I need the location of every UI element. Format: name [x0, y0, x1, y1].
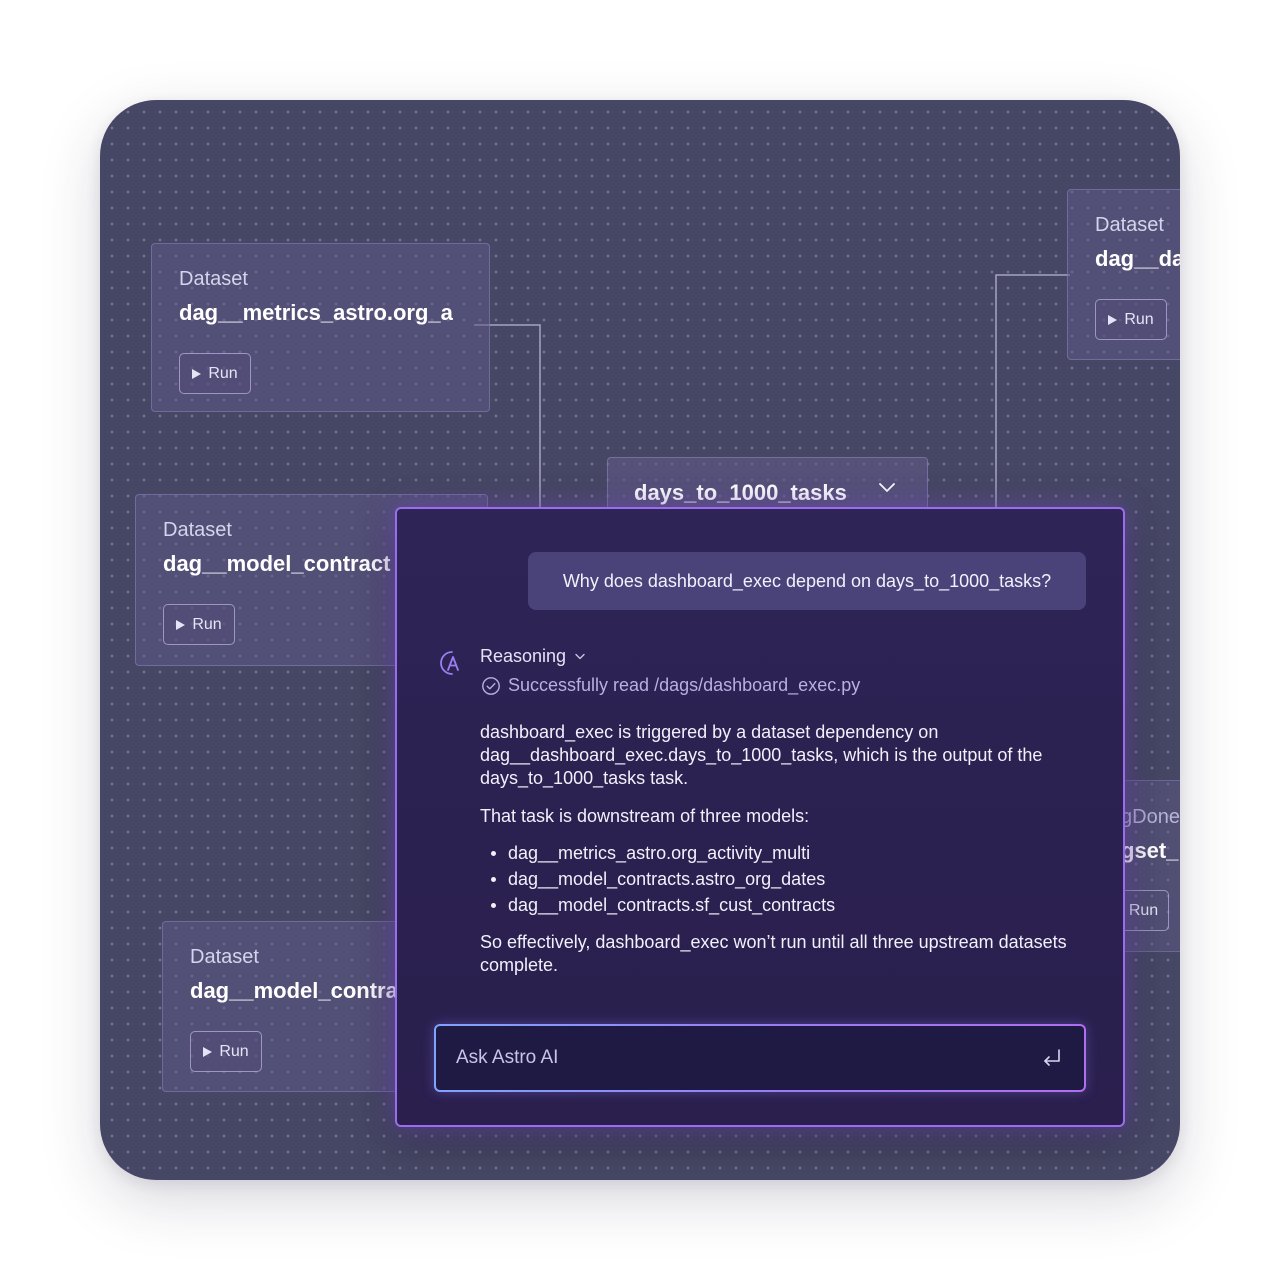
tool-status-text: Successfully read /dags/dashboard_exec.p… — [508, 675, 861, 695]
node-kind-label: Dataset — [163, 519, 232, 541]
run-button-label: Run — [219, 1042, 249, 1060]
play-icon — [203, 1046, 213, 1057]
run-button-label: Run — [208, 364, 238, 382]
run-button[interactable]: Run — [179, 353, 251, 394]
node-name: gset_ — [1121, 838, 1179, 863]
node-kind-label: gDone — [1121, 806, 1180, 828]
assistant-answer: dashboard_exec is triggered by a dataset… — [480, 721, 1080, 992]
node-kind-label: Dataset — [190, 946, 259, 968]
node-name: dag__model_contra — [190, 978, 398, 1003]
node-kind-label: Dataset — [179, 268, 248, 290]
chevron-down-icon — [575, 653, 585, 660]
user-question-bubble: Why does dashboard_exec depend on days_t… — [528, 552, 1086, 610]
play-icon — [176, 619, 186, 630]
node-name: dag__da — [1095, 246, 1180, 271]
astro-ai-chat-panel: Why does dashboard_exec depend on days_t… — [395, 507, 1125, 1127]
enter-icon[interactable] — [1042, 1048, 1062, 1070]
list-item: dag__metrics_astro.org_activity_multi — [480, 840, 1080, 866]
run-button[interactable]: Run — [190, 1031, 262, 1072]
answer-paragraph: That task is downstream of three models: — [480, 806, 810, 826]
upstream-models-list: dag__metrics_astro.org_activity_multi da… — [480, 840, 1080, 918]
chevron-down-icon[interactable] — [878, 480, 896, 494]
partial-node-right[interactable]: gDone gset_ Run — [1119, 780, 1180, 952]
dag-canvas: Dataset dag__metrics_astro.org_a Run Dat… — [100, 100, 1180, 1180]
reasoning-toggle[interactable]: Reasoning — [480, 646, 586, 667]
play-icon — [192, 368, 202, 379]
tool-status-row: Successfully read /dags/dashboard_exec.p… — [481, 675, 860, 696]
play-icon — [1108, 314, 1118, 325]
user-question-text: Why does dashboard_exec depend on days_t… — [562, 570, 1052, 591]
run-button[interactable]: Run — [1119, 890, 1169, 931]
node-name: dag__metrics_astro.org_a — [179, 300, 453, 325]
dataset-node-metrics[interactable]: Dataset dag__metrics_astro.org_a Run — [151, 243, 490, 412]
check-circle-icon — [482, 676, 500, 695]
answer-paragraph: dashboard_exec is triggered by a dataset… — [480, 722, 1043, 788]
run-button-label: Run — [192, 615, 222, 633]
answer-paragraph: So effectively, dashboard_exec won’t run… — [480, 932, 1067, 975]
run-button[interactable]: Run — [1095, 299, 1167, 340]
run-button-label: Run — [1124, 310, 1154, 328]
ask-astro-ai-input[interactable] — [456, 1026, 1016, 1090]
node-name: dag__model_contract — [163, 551, 391, 576]
node-kind-label: Dataset — [1095, 214, 1164, 236]
astro-ai-icon — [440, 651, 459, 675]
reasoning-label: Reasoning — [480, 646, 567, 666]
task-name: days_to_1000_tasks — [634, 480, 847, 505]
dataset-node-dashboard[interactable]: Dataset dag__da Run — [1067, 189, 1180, 360]
edge-task-to-dashboard — [995, 274, 1070, 507]
run-button-label: Run — [1128, 901, 1159, 919]
list-item: dag__model_contracts.sf_cust_contracts — [480, 892, 1080, 918]
list-item: dag__model_contracts.astro_org_dates — [480, 866, 1080, 892]
run-button[interactable]: Run — [163, 604, 235, 645]
ask-astro-ai-box — [434, 1024, 1086, 1092]
